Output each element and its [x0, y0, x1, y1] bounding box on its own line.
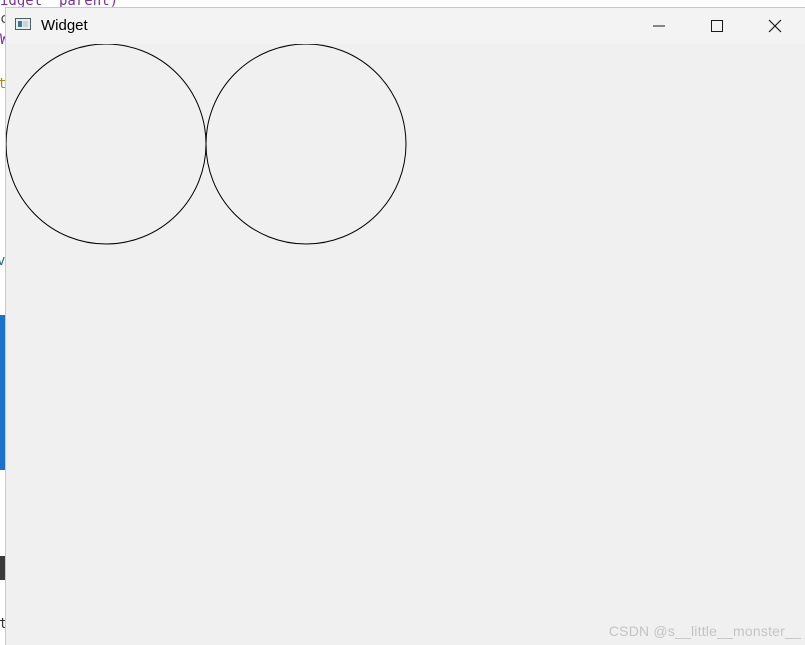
- maximize-icon: [711, 20, 723, 32]
- watermark-text: CSDN @s__little__monster__: [608, 623, 801, 639]
- circle-left: [6, 44, 207, 245]
- circle-right: [205, 44, 407, 245]
- title-bar[interactable]: Widget: [6, 8, 805, 44]
- widget-client-area: CSDN @s__little__monster__: [6, 44, 805, 645]
- close-button[interactable]: [746, 8, 804, 44]
- minimize-icon: [653, 25, 665, 27]
- window-title: Widget: [41, 17, 88, 34]
- paint-canvas: [6, 44, 407, 245]
- close-icon: [768, 19, 782, 33]
- app-window-icon: [15, 18, 31, 30]
- widget-window: Widget CSDN @s__little__monster__: [5, 7, 805, 645]
- maximize-button[interactable]: [688, 8, 746, 44]
- minimize-button[interactable]: [630, 8, 688, 44]
